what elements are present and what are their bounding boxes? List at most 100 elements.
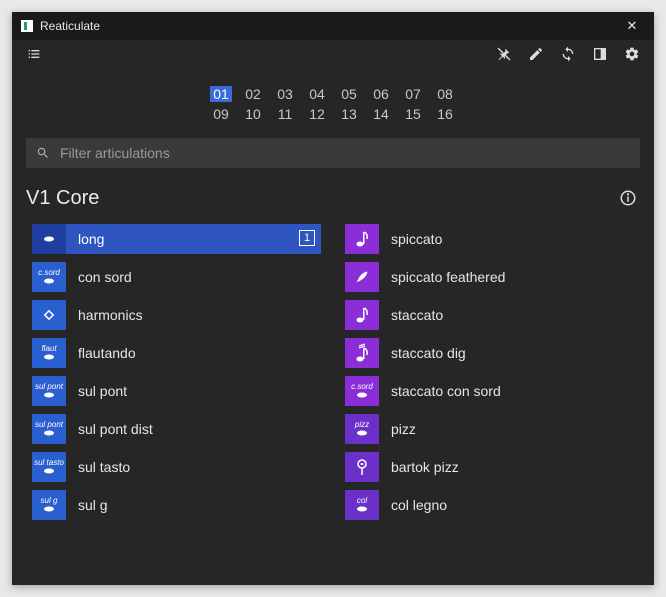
search-icon [36,146,50,160]
bartok-icon [354,458,370,476]
articulation-label: sul pont dist [78,421,153,437]
note-icon [42,277,56,285]
articulation-label: con sord [78,269,132,285]
channel-04[interactable]: 04 [306,86,328,102]
chip-tag: c.sord [38,269,60,277]
channel-13[interactable]: 13 [338,106,360,122]
articulation-label: long [78,231,104,247]
articulation-item[interactable]: col col legno [345,490,634,520]
articulation-item[interactable]: spiccato feathered [345,262,634,292]
channel-14[interactable]: 14 [370,106,392,122]
note-icon [42,467,56,475]
articulation-chip: sul g [32,490,66,520]
note-icon [355,391,369,399]
articulation-chip: pizz [345,414,379,444]
channel-05[interactable]: 05 [338,86,360,102]
toolbar [12,40,654,68]
articulation-item[interactable]: sul pont sul pont [32,376,321,406]
channel-11[interactable]: 11 [274,106,296,122]
articulation-chip: flaut [32,338,66,368]
articulation-label: harmonics [78,307,143,323]
articulation-chip: sul pont [32,376,66,406]
articulation-item[interactable]: c.sord con sord [32,262,321,292]
pin-off-icon[interactable] [488,40,520,68]
chip-tag: col [357,497,367,505]
chip-tag: c.sord [351,383,373,391]
articulation-label: sul g [78,497,108,513]
articulation-item[interactable]: sul g sul g [32,490,321,520]
feather-icon [354,269,370,285]
chip-tag: sul tasto [34,459,64,467]
articulation-item[interactable]: staccato dig [345,338,634,368]
articulation-chip [345,262,379,292]
articulation-label: spiccato feathered [391,269,505,285]
articulation-label: staccato con sord [391,383,501,399]
articulation-label: sul tasto [78,459,130,475]
section: V1 Core long 1 c.sord con sord harmonics flau… [24,186,642,520]
channel-10[interactable]: 10 [242,106,264,122]
articulation-label: bartok pizz [391,459,459,475]
articulation-chip: c.sord [32,262,66,292]
channel-07[interactable]: 07 [402,86,424,102]
app-icon [20,19,34,33]
articulation-item[interactable]: staccato [345,300,634,330]
articulation-item[interactable]: sul tasto sul tasto [32,452,321,482]
filter-input[interactable] [60,145,630,161]
edit-icon[interactable] [520,40,552,68]
articulation-item[interactable]: c.sord staccato con sord [345,376,634,406]
list-icon[interactable] [18,40,50,68]
titlebar: Reaticulate ✕ [12,12,654,40]
articulation-label: sul pont [78,383,127,399]
note-icon [42,353,56,361]
note-icon [42,429,56,437]
eighth-acc-icon [354,343,370,363]
slot-badge: 1 [299,230,315,246]
articulation-chip [32,224,66,254]
articulation-item[interactable]: spiccato [345,224,634,254]
chip-tag: pizz [355,421,369,429]
eighth-icon [355,230,369,248]
channel-02[interactable]: 02 [242,86,264,102]
window-title: Reaticulate [40,19,618,33]
channel-12[interactable]: 12 [306,106,328,122]
channel-03[interactable]: 03 [274,86,296,102]
note-icon [42,391,56,399]
channel-06[interactable]: 06 [370,86,392,102]
channel-08[interactable]: 08 [434,86,456,102]
settings-icon[interactable] [616,40,648,68]
channel-16[interactable]: 16 [434,106,456,122]
articulation-item[interactable]: harmonics [32,300,321,330]
articulation-item[interactable]: bartok pizz [345,452,634,482]
articulation-label: flautando [78,345,136,361]
articulation-chip: col [345,490,379,520]
articulation-chip: sul tasto [32,452,66,482]
articulation-chip: sul pont [32,414,66,444]
section-header: V1 Core [24,186,642,210]
note-icon [355,429,369,437]
articulation-item[interactable]: long 1 [32,224,321,254]
close-icon[interactable]: ✕ [618,18,646,34]
info-icon[interactable] [616,186,640,210]
articulation-item[interactable]: pizzpizz [345,414,634,444]
articulation-chip [345,300,379,330]
note-icon [42,235,56,243]
articulation-chip [345,452,379,482]
articulation-label: col legno [391,497,447,513]
articulation-chip [32,300,66,330]
channel-01[interactable]: 01 [210,86,232,102]
channel-15[interactable]: 15 [402,106,424,122]
articulation-item[interactable]: sul pont sul pont dist [32,414,321,444]
note-icon [355,505,369,513]
eighth-icon [355,306,369,324]
articulation-label: staccato dig [391,345,466,361]
chip-tag: flaut [41,345,56,353]
chip-tag: sul pont [35,383,63,391]
articulation-label: staccato [391,307,443,323]
dock-icon[interactable] [584,40,616,68]
channel-09[interactable]: 09 [210,106,232,122]
channel-grid: 01 02 03 04 05 06 07 08 09 10 11 12 13 14 15 16 [12,86,654,122]
sync-icon[interactable] [552,40,584,68]
articulation-item[interactable]: flaut flautando [32,338,321,368]
chip-tag: sul g [41,497,58,505]
note-icon [42,505,56,513]
